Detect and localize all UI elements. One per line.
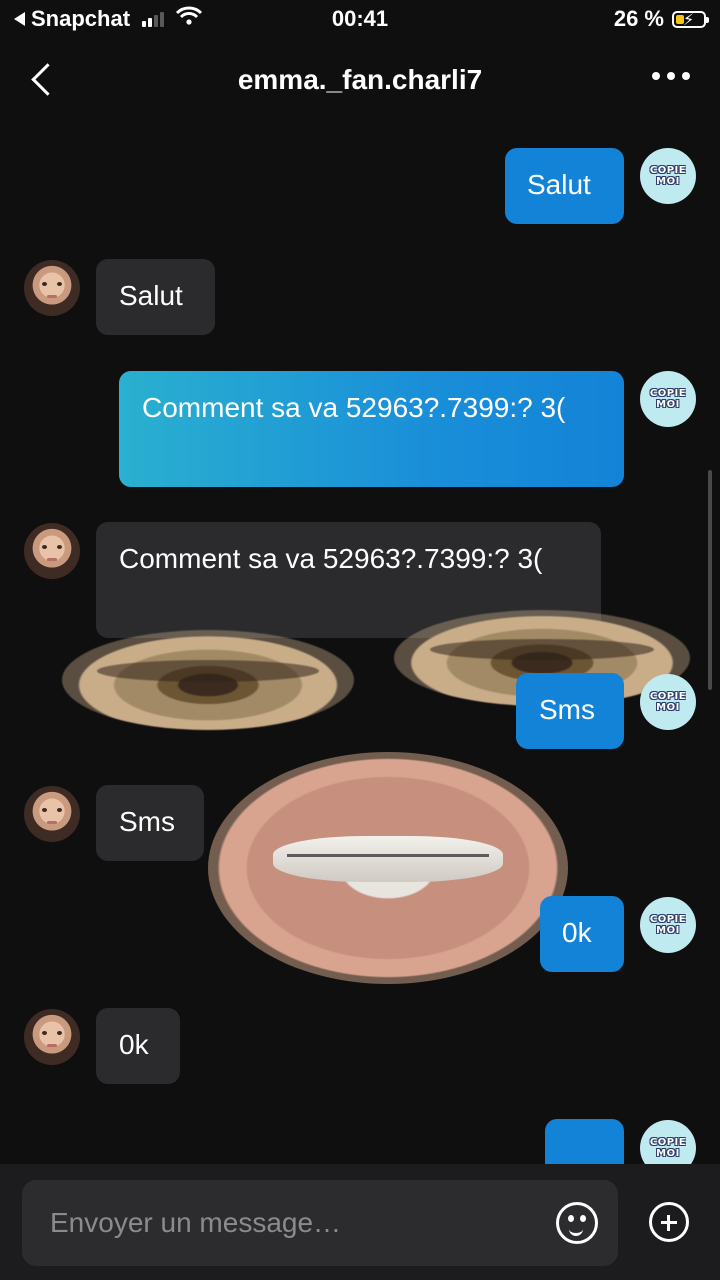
sender-avatar[interactable]: COPIE MOI <box>640 148 696 204</box>
status-bar: Snapchat 00:41 26 % ⚡ <box>0 0 720 40</box>
sender-avatar[interactable]: COPIE MOI <box>640 897 696 953</box>
incoming-message[interactable]: Sms <box>96 785 204 861</box>
incoming-message[interactable]: 0k <box>96 1008 180 1084</box>
eye-sticker-left <box>62 630 354 730</box>
battery-percent: 26 % <box>613 6 664 31</box>
chat-header: emma._fan.charli7 <box>0 44 720 120</box>
status-right: 26 % ⚡ <box>613 6 709 32</box>
more-dots-icon[interactable] <box>652 72 690 80</box>
outgoing-message[interactable]: Salut <box>505 148 624 224</box>
outgoing-message[interactable]: Sms <box>516 673 624 749</box>
message-input-container[interactable] <box>22 1180 618 1266</box>
status-time: 00:41 <box>331 6 389 31</box>
mouth-sticker <box>208 752 568 984</box>
contact-avatar[interactable] <box>24 523 80 579</box>
contact-avatar[interactable] <box>24 786 80 842</box>
plus-circle-icon[interactable] <box>649 1202 689 1242</box>
message-composer <box>0 1164 720 1280</box>
smiley-icon[interactable] <box>556 1202 598 1244</box>
sender-avatar[interactable]: COPIE MOI <box>640 674 696 730</box>
chat-title: emma._fan.charli7 <box>237 64 483 95</box>
outgoing-message[interactable]: 0k <box>540 896 624 972</box>
contact-avatar[interactable] <box>24 260 80 316</box>
incoming-message[interactable]: Salut <box>96 259 215 335</box>
battery-icon: ⚡ <box>672 10 709 29</box>
sender-avatar[interactable]: COPIE MOI <box>640 371 696 427</box>
scrollbar[interactable] <box>708 470 712 690</box>
message-input[interactable] <box>48 1202 532 1244</box>
outgoing-message[interactable]: Comment sa va 52963?.7399:? 3( <box>119 371 624 487</box>
contact-avatar[interactable] <box>24 1009 80 1065</box>
